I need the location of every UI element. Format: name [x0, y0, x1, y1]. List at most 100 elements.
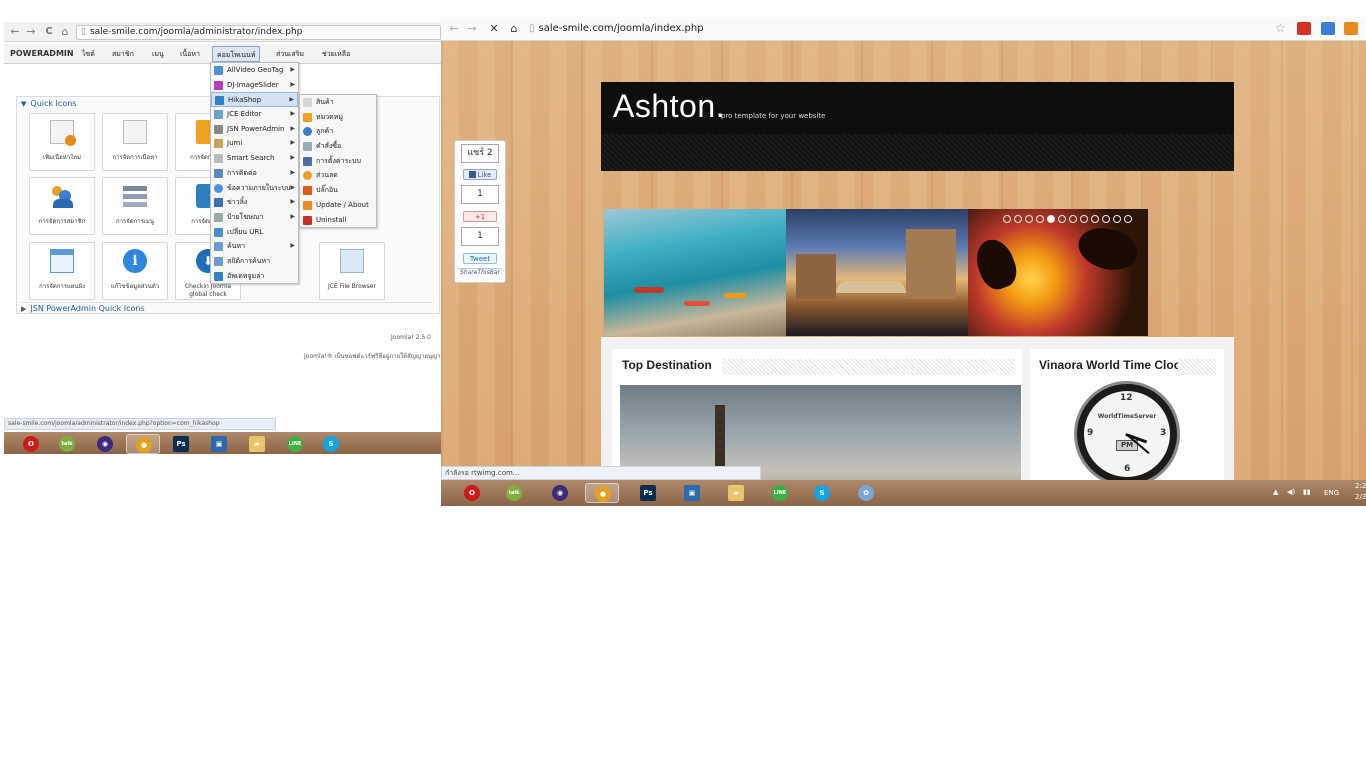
slide-dot[interactable] [1014, 215, 1022, 223]
slide-dot[interactable] [1091, 215, 1099, 223]
submenu-item-discounts[interactable]: ส่วนลด [300, 168, 376, 183]
extension-icon[interactable] [1344, 22, 1358, 35]
clock-date[interactable]: 2/3 [1355, 493, 1366, 501]
extension-icon[interactable] [1321, 22, 1335, 35]
dropdown-item-smart-search[interactable]: Smart Search ▶ [211, 151, 298, 166]
taskbar-app-photoshop[interactable]: Ps [164, 434, 198, 454]
quick-icons-header[interactable]: ▼ Quick Icons [21, 98, 76, 110]
stop-icon[interactable]: ✕ [487, 22, 501, 36]
tile-article-manager[interactable]: การจัดการเนื้อหา [102, 113, 168, 171]
address-bar[interactable]: ▯ sale-smile.com/joomla/index.php [529, 21, 1279, 37]
taskbar-app-line[interactable]: LINE [763, 483, 797, 503]
dropdown-item-allvideo[interactable]: AllVideo GeoTag ▶ [211, 63, 298, 78]
slide-dot[interactable] [1025, 215, 1033, 223]
taskbar-app-skype[interactable]: S [805, 483, 839, 503]
taskbar-app-opera[interactable]: O [14, 434, 48, 454]
sharethisbar-logo[interactable]: ShareThisBar [458, 268, 502, 278]
poweradmin-quick-icons-header[interactable]: ▶ JSN PowerAdmin Quick Icons [21, 303, 145, 315]
dropdown-item-contacts[interactable]: การติดต่อ ▶ [211, 166, 298, 181]
slide-dot[interactable] [1036, 215, 1044, 223]
taskbar-app-chrome[interactable]: ● [126, 434, 160, 454]
dropdown-item-newsfeeds[interactable]: ข่าวลิ้ง ▶ [211, 195, 298, 210]
submenu-item-update[interactable]: Update / About [300, 198, 376, 213]
language-indicator[interactable]: ENG [1324, 489, 1339, 497]
menu-item-content[interactable]: เนื้อหา [176, 46, 204, 62]
address-bar[interactable]: ▯ sale-smile.com/joomla/administrator/ind… [76, 25, 441, 40]
taskbar-app-opera[interactable]: O [455, 483, 489, 503]
slide-dot[interactable] [1058, 215, 1066, 223]
tile-user-manager[interactable]: การจัดการสมาชิก [29, 177, 95, 235]
home-icon[interactable]: ⌂ [507, 22, 521, 36]
star-icon[interactable]: ☆ [1275, 21, 1286, 35]
slide-dot[interactable] [1003, 215, 1011, 223]
tile-menu-manager[interactable]: การจัดการเมนู [102, 177, 168, 235]
volume-icon[interactable]: ◀) [1287, 488, 1295, 496]
taskbar-app-folder[interactable]: ▰ [719, 483, 753, 503]
gplus-button[interactable]: +1 [463, 211, 497, 222]
tile-template-manager[interactable]: การจัดการแผนผัง [29, 242, 95, 300]
forward-icon[interactable]: → [465, 22, 479, 36]
dropdown-item-dj-imageslider[interactable]: DJ-ImageSlider ▶ [211, 78, 298, 93]
taskbar-app-gtalk[interactable]: talk [497, 483, 531, 503]
menu-item-components[interactable]: คอมโพเนนท์ [212, 46, 261, 62]
slide-dot[interactable] [1113, 215, 1121, 223]
slide-dot[interactable] [1124, 215, 1132, 223]
taskbar-app-eclipse[interactable]: ◉ [88, 434, 122, 454]
home-icon[interactable]: ⌂ [58, 25, 72, 39]
dropdown-item-search[interactable]: ค้นหา ▶ [211, 239, 298, 254]
clock-time[interactable]: 2:2 [1355, 482, 1366, 490]
dropdown-item-jce-editor[interactable]: JCE Editor ▶ [211, 107, 298, 122]
taskbar-app-photoshop[interactable]: Ps [631, 483, 665, 503]
tray-arrow-icon[interactable]: ▲ [1273, 488, 1278, 496]
dropdown-item-messaging[interactable]: ข้อความภายในระบบ ▶ [211, 181, 298, 196]
dropdown-item-redirect[interactable]: เปลี่ยน URL [211, 225, 298, 240]
dropdown-item-banners[interactable]: ป้ายโฆษณา ▶ [211, 210, 298, 225]
submenu-item-plugins[interactable]: ปลั๊กอิน [300, 183, 376, 198]
slide-dot[interactable] [1080, 215, 1088, 223]
submenu-item-configuration[interactable]: การตั้งค่าระบบ [300, 154, 376, 169]
taskbar-app-folder[interactable]: ▰ [240, 434, 274, 454]
tweet-button[interactable]: Tweet [463, 253, 497, 264]
bridge-shape [836, 281, 906, 293]
back-icon[interactable]: ← [447, 22, 461, 36]
dropdown-item-search-stats[interactable]: สถิติการค้นหา [211, 254, 298, 269]
taskbar-app-gtalk[interactable]: talk [50, 434, 84, 454]
facebook-like-button[interactable]: Like [463, 169, 497, 180]
taskbar-app-remote[interactable]: ▣ [202, 434, 236, 454]
menu-item-extensions[interactable]: ส่วนเสริม [272, 46, 308, 62]
submenu-item-customers[interactable]: ลูกค้า [300, 124, 376, 139]
menu-item-menus[interactable]: เมนู [148, 46, 168, 62]
submenu-item-products[interactable]: สินค้า [300, 95, 376, 110]
reload-icon[interactable]: C [42, 25, 56, 39]
menu-item-site[interactable]: ไซต์ [78, 46, 99, 62]
tile-add-article[interactable]: เพิ่มเนื้อหาใหม่ [29, 113, 95, 171]
slide-dot[interactable] [1069, 215, 1077, 223]
taskbar-app-remote[interactable]: ▣ [675, 483, 709, 503]
forward-icon[interactable]: → [24, 25, 38, 39]
update-icon [303, 200, 312, 210]
site-title[interactable]: Ashton. [613, 88, 725, 125]
submenu-item-orders[interactable]: คำสั่งซื้อ [300, 139, 376, 154]
menu-item-help[interactable]: ช่วยเหลือ [318, 46, 354, 62]
taskbar-app-line[interactable]: LINE [278, 434, 312, 454]
network-icon[interactable]: ▮▮ [1303, 488, 1311, 496]
dropdown-item-joomla-update[interactable]: อัพเดทจูมล่า [211, 269, 298, 284]
dropdown-item-hikashop[interactable]: HikaShop ▶ [211, 92, 298, 108]
menu-item-users[interactable]: สมาชิก [108, 46, 138, 62]
tile-jce-file-browser[interactable]: JCE File Browser [319, 242, 385, 300]
submenu-item-categories[interactable]: หมวดหมู่ [300, 110, 376, 125]
slide-dot[interactable] [1102, 215, 1110, 223]
slide-dot-active[interactable] [1047, 215, 1055, 223]
taskbar-app-eclipse[interactable]: ◉ [543, 483, 577, 503]
contacts-icon [214, 168, 223, 178]
image-slideshow[interactable] [604, 209, 1148, 336]
gmail-icon[interactable] [1297, 22, 1311, 35]
taskbar-app-chrome[interactable]: ● [585, 483, 619, 503]
dropdown-item-jumi[interactable]: Jumi ▶ [211, 136, 298, 151]
dropdown-item-jsn-poweradmin[interactable]: JSN PowerAdmin ▶ [211, 122, 298, 137]
tile-edit-profile[interactable]: i แก้ไขข้อมูลส่วนตัว [102, 242, 168, 300]
back-icon[interactable]: ← [8, 25, 22, 39]
taskbar-app-skype[interactable]: S [314, 434, 348, 454]
submenu-item-uninstall[interactable]: Uninstall [300, 213, 376, 228]
taskbar-app-paint[interactable]: ✿ [849, 483, 883, 503]
